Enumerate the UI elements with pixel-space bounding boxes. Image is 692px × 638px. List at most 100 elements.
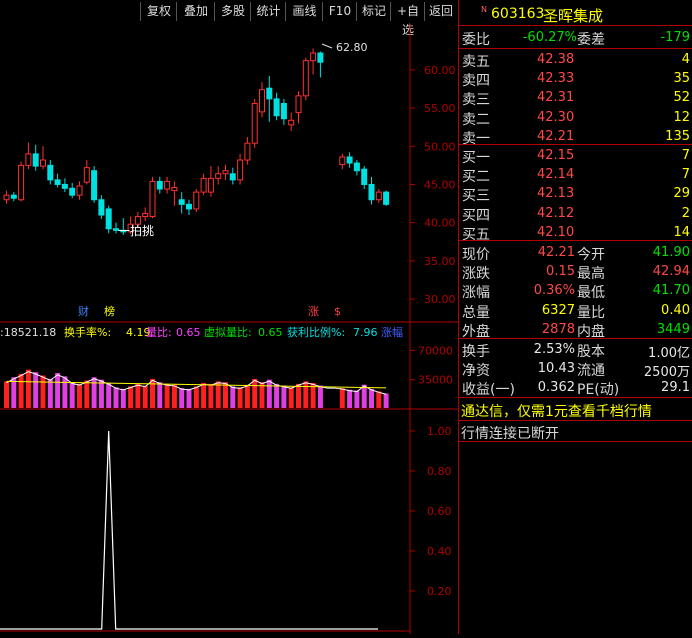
bids-label: 买一 <box>462 150 490 166</box>
toolbar-btn-5[interactable]: F10 <box>322 2 357 21</box>
event-marker[interactable]: $ <box>334 305 341 318</box>
volume-bar <box>339 388 345 408</box>
volume-bar <box>150 378 155 408</box>
weibi-value: -60.27% <box>522 30 577 45</box>
stat-row-2: 涨幅 0.36% 最低 41.70 <box>462 283 690 302</box>
volume-bar <box>91 377 97 408</box>
bids-price: 42.15 <box>537 148 575 163</box>
price-tick: 55.00 <box>424 102 456 115</box>
volume-bar <box>317 385 323 408</box>
asks-volume: 35 <box>673 71 690 87</box>
chart-area[interactable]: 60.00 55.00 50.00 45.00 40.00 35.00 30.00 财 榜 涨 $… <box>0 24 458 634</box>
volume-bar <box>4 381 9 408</box>
asks-volume: 4 <box>681 52 690 67</box>
asks-price: 42.21 <box>537 128 575 144</box>
vol-info-ratio_label: 量比: <box>146 326 172 339</box>
bids-row-1[interactable]: 买二 42.14 7 <box>459 165 692 185</box>
candle-body <box>207 177 214 193</box>
candle-body <box>229 173 236 181</box>
toolbar-btn-4[interactable]: 画线 <box>285 2 323 21</box>
low-price-label: 一拍挑 <box>118 223 154 238</box>
asks-price: 42.31 <box>537 90 575 106</box>
weibi-row: 委比 -60.27% 委差 -179 <box>462 30 690 48</box>
candle-body <box>273 98 280 117</box>
bids-volume: 14 <box>673 224 690 240</box>
volume-bar <box>135 383 141 408</box>
volume-bar <box>120 388 126 408</box>
toolbar-btn-3[interactable]: 统计 <box>250 2 286 21</box>
volume-bar <box>128 386 134 408</box>
asks-row-3[interactable]: 卖二 42.30 12 <box>459 108 692 128</box>
asks-volume: 135 <box>665 128 690 144</box>
candle-body <box>54 179 61 185</box>
candle-body <box>310 52 317 62</box>
price-tick: 60.00 <box>424 64 456 77</box>
bids-volume: 7 <box>681 167 690 183</box>
toolbar-btn-1[interactable]: 叠加 <box>176 2 215 21</box>
vol-info-turnover_label: 换手率%: <box>64 325 111 339</box>
volume-bar <box>18 373 24 408</box>
upgrade-notice[interactable]: 通达信，仅需1元查看千档行情 <box>459 400 692 420</box>
candle-body <box>149 180 156 218</box>
kline-chart[interactable]: 60.00 55.00 50.00 45.00 40.00 35.00 30.00 财 榜 涨 $… <box>0 24 458 634</box>
bids-row-4[interactable]: 买五 42.10 14 <box>459 223 692 243</box>
volume-bar <box>281 385 287 408</box>
candle-body <box>98 199 105 216</box>
volume-bar <box>193 386 199 408</box>
bids-row-3[interactable]: 买四 42.12 2 <box>459 204 692 224</box>
candle-body <box>259 89 265 113</box>
asks-row-4[interactable]: 卖一 42.21 135 <box>459 127 692 147</box>
candle-body <box>288 119 295 126</box>
candle-body <box>215 173 222 179</box>
volume-bar <box>25 369 31 408</box>
stock-name: 圣晖集成 <box>543 7 604 25</box>
volume-bar <box>186 388 192 408</box>
volume-bar <box>223 382 228 408</box>
stock-code: 603163 <box>491 6 545 22</box>
stat-row-0: 现价 42.21 今开 41.90 <box>462 245 690 263</box>
asks-row-1[interactable]: 卖四 42.33 35 <box>459 69 692 90</box>
event-marker[interactable]: 涨 <box>308 305 319 318</box>
volume-bar <box>98 379 104 408</box>
volume-bar <box>361 384 367 408</box>
weicha-value: -179 <box>660 30 690 45</box>
candle-body <box>156 180 163 190</box>
candle-body <box>76 185 83 196</box>
asks-label: 卖四 <box>462 73 490 90</box>
candle-body <box>368 183 375 201</box>
candle-body <box>18 164 25 201</box>
candle-body <box>353 162 360 172</box>
candle-body <box>32 153 39 167</box>
volume-bar <box>62 376 68 408</box>
connection-status: 行情连接已断开 <box>461 426 559 442</box>
toolbar-btn-6[interactable]: 标记 <box>356 2 391 21</box>
asks-label: 卖二 <box>462 111 490 128</box>
toolbar-btn-7[interactable]: +自选 <box>390 2 425 37</box>
toolbar-btn-8[interactable]: 返回 <box>424 2 457 21</box>
candle-body <box>295 95 302 114</box>
candle-body <box>40 159 46 167</box>
candle-body <box>61 183 68 189</box>
event-marker[interactable]: 榜 <box>104 304 115 318</box>
n-badge: N <box>481 5 487 14</box>
volume-bar <box>266 379 272 408</box>
indicator-tick: 0.60 <box>427 505 452 518</box>
volume-bar <box>208 383 214 408</box>
volume-bar <box>179 388 185 408</box>
toolbar-btn-2[interactable]: 多股 <box>214 2 251 21</box>
volume-bar <box>383 393 389 408</box>
volume-bar <box>77 383 82 408</box>
candle-body <box>222 170 229 175</box>
toolbar-btn-0[interactable]: 复权 <box>140 2 177 21</box>
vol-info-vratio_label: 虚拟量比: <box>204 325 252 339</box>
asks-row-2[interactable]: 卖三 42.31 52 <box>459 88 692 108</box>
vol-info-profit_val: 7.96 <box>353 326 378 339</box>
candle-body <box>266 87 273 100</box>
candle-body <box>244 142 251 161</box>
volume-bar <box>369 388 374 408</box>
asks-row-0[interactable]: 卖五 42.38 4 <box>459 50 692 70</box>
bids-row-2[interactable]: 买三 42.13 29 <box>459 184 692 204</box>
bids-row-0[interactable]: 买一 42.15 7 <box>459 146 692 166</box>
event-marker[interactable]: 财 <box>78 304 89 318</box>
vol-info-vratio_val: 0.65 <box>258 326 283 339</box>
